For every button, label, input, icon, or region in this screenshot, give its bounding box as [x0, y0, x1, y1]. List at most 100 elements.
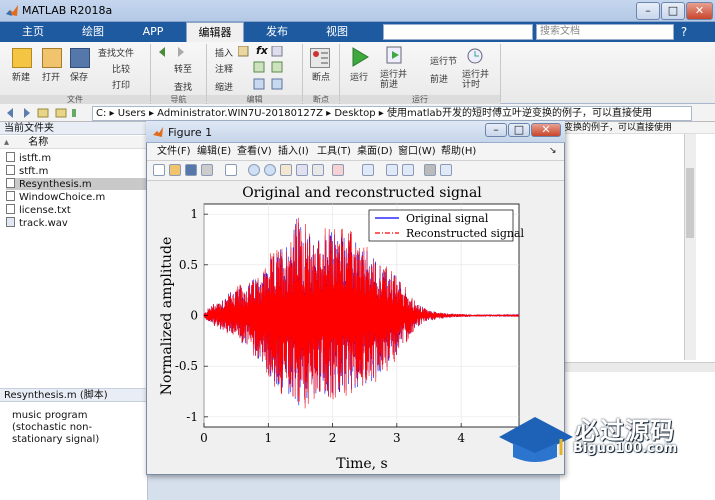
- open-file-icon[interactable]: [169, 164, 181, 176]
- divider: [500, 44, 501, 102]
- path-segment[interactable]: Users: [118, 108, 146, 119]
- tab-apps[interactable]: APP: [126, 22, 180, 42]
- link-plot-icon[interactable]: [362, 164, 374, 176]
- tab-view[interactable]: 视图: [310, 22, 364, 42]
- breakpoints-icon[interactable]: [310, 48, 330, 68]
- run-time-button[interactable]: 运行并 计时: [462, 70, 502, 90]
- x-tick-label: 2: [329, 431, 337, 445]
- comment-button[interactable]: 注释: [215, 62, 233, 75]
- menu-edit[interactable]: 编辑(E): [197, 146, 231, 158]
- m-file-icon: [6, 191, 15, 201]
- run-icon[interactable]: [350, 46, 370, 68]
- legend[interactable]: Original signal Reconstructed signal: [368, 209, 525, 242]
- hide-tools-icon[interactable]: [424, 164, 436, 176]
- quick-access-toolbar[interactable]: [383, 24, 533, 40]
- nav-buttons-icon[interactable]: [6, 107, 86, 119]
- back-forward-icon[interactable]: [158, 47, 188, 57]
- pan-icon[interactable]: [280, 164, 292, 176]
- path-segment[interactable]: 使用matlab开发的短时傅立叶逆变换的例子，可以直接使用: [387, 108, 652, 119]
- find-files-button[interactable]: 查找文件: [98, 46, 134, 59]
- new-icon[interactable]: [12, 48, 32, 68]
- tab-publish[interactable]: 发布: [250, 22, 304, 42]
- list-item[interactable]: stft.m: [6, 165, 48, 177]
- legend-icon[interactable]: [402, 164, 414, 176]
- details-description: music program (stochastic non-stationary…: [12, 410, 100, 445]
- zoom-in-icon[interactable]: [248, 164, 260, 176]
- column-header[interactable]: ▴ 名称: [0, 136, 148, 149]
- figure-close-button[interactable]: ✕: [531, 123, 561, 137]
- rotate-icon[interactable]: [296, 164, 308, 176]
- find-button[interactable]: 查找: [174, 80, 192, 93]
- open-label[interactable]: 打开: [42, 70, 60, 83]
- divider: [206, 44, 207, 102]
- scrollbar-thumb[interactable]: [686, 168, 694, 238]
- print-figure-icon[interactable]: [201, 164, 213, 176]
- list-item-selected[interactable]: Resynthesis.m: [6, 178, 146, 190]
- list-item[interactable]: istft.m: [6, 152, 51, 164]
- m-file-icon: [6, 152, 15, 162]
- zoom-out-icon[interactable]: [264, 164, 276, 176]
- run-advance-icon[interactable]: [386, 46, 404, 66]
- run-section-button[interactable]: 运行节: [430, 54, 457, 67]
- run-button[interactable]: 运行: [350, 70, 368, 83]
- legend-label-reconstructed: Reconstructed signal: [406, 227, 525, 240]
- search-input[interactable]: 搜索文档: [536, 24, 674, 40]
- text-file-icon: [6, 204, 15, 214]
- path-segment[interactable]: Administrator.WIN7U-20180127Z: [157, 108, 323, 119]
- menu-insert[interactable]: 插入(I): [278, 146, 309, 158]
- divider: [150, 44, 151, 102]
- colorbar-icon[interactable]: [386, 164, 398, 176]
- indent-button[interactable]: 缩进: [215, 80, 233, 93]
- y-axis-label: Normalized amplitude: [159, 237, 175, 395]
- path-segment[interactable]: Desktop: [334, 108, 375, 119]
- tab-editor[interactable]: 编辑器: [186, 22, 244, 42]
- panel-divider[interactable]: [560, 362, 715, 372]
- figure-maximize-button[interactable]: □: [508, 123, 530, 137]
- tab-plots[interactable]: 绘图: [66, 22, 120, 42]
- menu-help[interactable]: 帮助(H): [441, 146, 476, 158]
- tab-home[interactable]: 主页: [8, 22, 58, 42]
- edit-tools-icon[interactable]: [237, 45, 298, 92]
- sort-icon: ▴: [4, 137, 10, 148]
- goto-button[interactable]: 转至: [174, 62, 192, 75]
- y-tick-label: -1: [186, 410, 198, 424]
- print-button[interactable]: 打印: [112, 78, 130, 91]
- open-icon[interactable]: [42, 48, 62, 68]
- save-figure-icon[interactable]: [185, 164, 197, 176]
- save-icon[interactable]: [70, 48, 90, 68]
- brush-icon[interactable]: [332, 164, 344, 176]
- menu-view[interactable]: 查看(V): [237, 146, 272, 158]
- menu-window[interactable]: 窗口(W): [398, 146, 436, 158]
- insert-button[interactable]: 插入: [215, 46, 233, 59]
- breakpoints-button[interactable]: 断点: [312, 70, 330, 83]
- show-tools-icon[interactable]: [440, 164, 452, 176]
- run-advance-button[interactable]: 运行并 前进: [380, 70, 420, 90]
- menu-file[interactable]: 文件(F): [157, 146, 191, 158]
- help-icon[interactable]: ?: [676, 24, 692, 40]
- menu-overflow-icon[interactable]: ↘: [549, 146, 557, 156]
- save-label[interactable]: 保存: [70, 70, 88, 83]
- watermark-subtitle: Biguo100.com: [573, 441, 678, 456]
- maximize-button[interactable]: □: [661, 2, 685, 20]
- advance-button[interactable]: 前进: [430, 72, 448, 85]
- pointer-icon[interactable]: [225, 164, 237, 176]
- x-tick-label: 4: [457, 431, 465, 445]
- new-figure-icon[interactable]: [153, 164, 165, 176]
- close-button[interactable]: ✕: [686, 2, 713, 20]
- run-time-icon[interactable]: [466, 46, 484, 66]
- menu-tools[interactable]: 工具(T): [317, 146, 351, 158]
- menu-desktop[interactable]: 桌面(D): [357, 146, 393, 158]
- list-item[interactable]: track.wav: [6, 217, 68, 229]
- y-tick-label: -0.5: [175, 359, 198, 373]
- data-cursor-icon[interactable]: [312, 164, 324, 176]
- list-item[interactable]: WindowChoice.m: [6, 191, 105, 203]
- window-title-bar: MATLAB R2018a: [0, 0, 715, 22]
- path-segment[interactable]: C:: [96, 108, 106, 119]
- minimize-button[interactable]: –: [636, 2, 660, 20]
- new-label[interactable]: 新建: [12, 70, 30, 83]
- list-item[interactable]: license.txt: [6, 204, 71, 216]
- address-path-field[interactable]: C: ▸ Users ▸ Administrator.WIN7U-2018012…: [92, 106, 692, 121]
- breakpoints-group-label: 断点: [303, 95, 339, 104]
- compare-button[interactable]: 比较: [112, 62, 130, 75]
- figure-minimize-button[interactable]: –: [485, 123, 507, 137]
